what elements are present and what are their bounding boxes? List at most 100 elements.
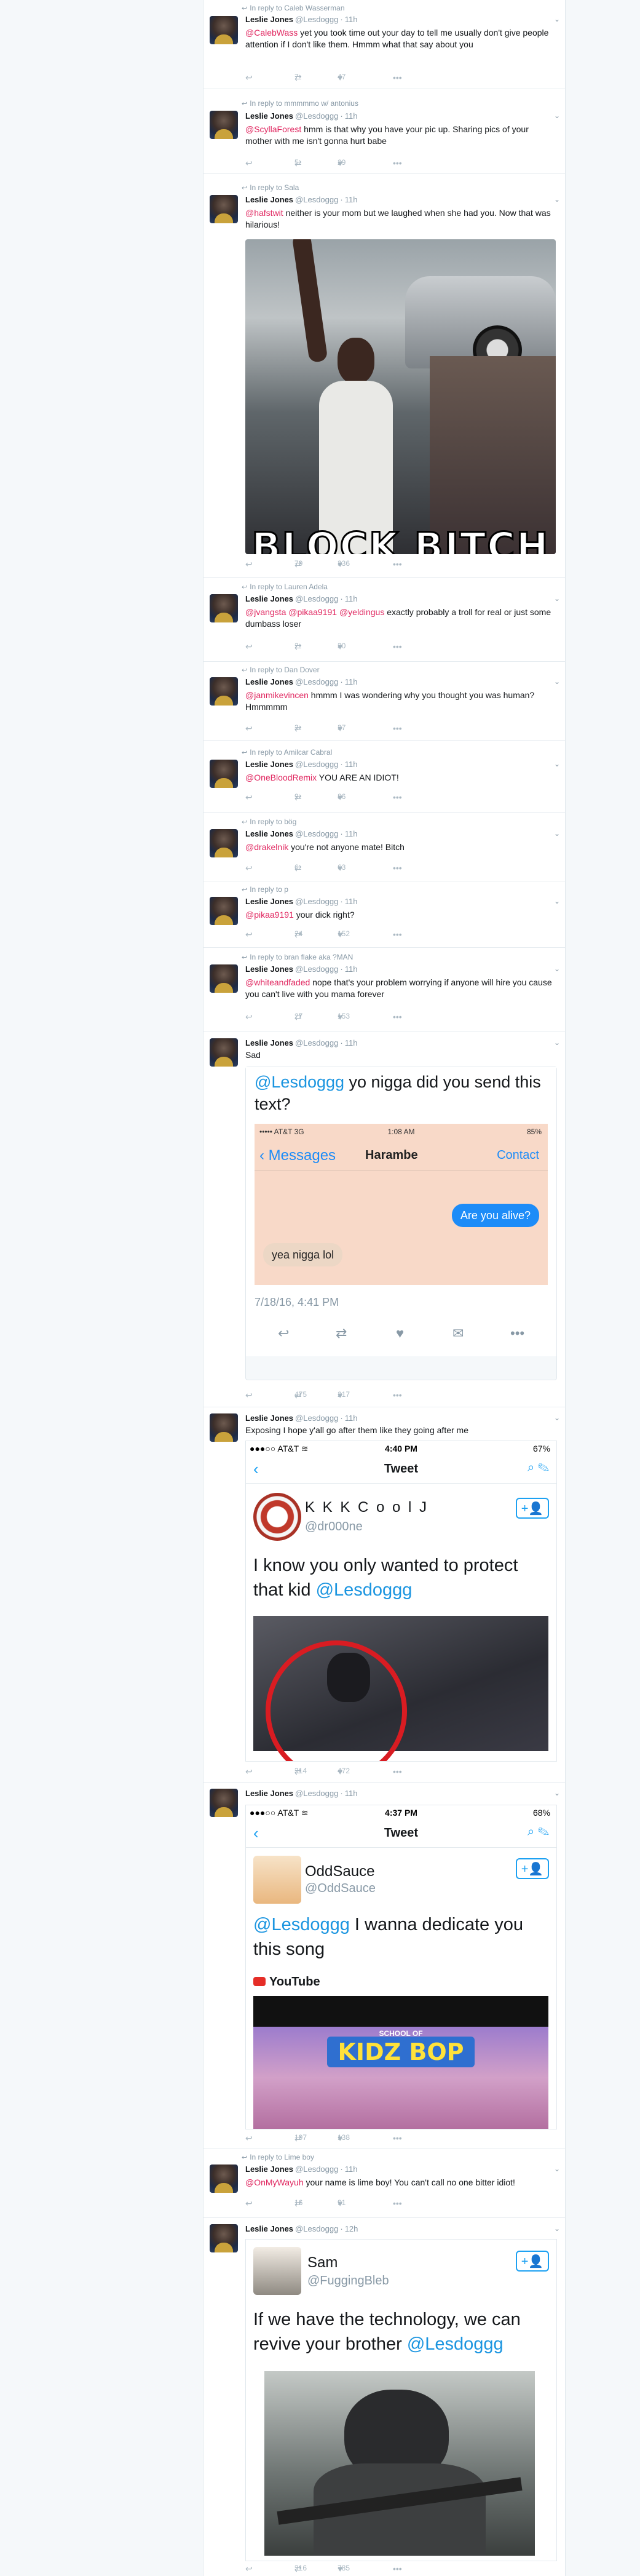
avatar[interactable] bbox=[210, 1413, 238, 1442]
tweet[interactable]: ↩ In reply to bran flake aka ?MAN Leslie … bbox=[203, 948, 565, 1032]
chevron-down-icon[interactable]: ⌄ bbox=[554, 1413, 560, 1422]
reply-icon[interactable]: ↩ bbox=[245, 73, 253, 83]
author-name[interactable]: Leslie Jones bbox=[245, 1789, 293, 1798]
reply-icon[interactable]: ↩ bbox=[245, 2133, 253, 2144]
author-name[interactable]: Leslie Jones bbox=[245, 15, 293, 24]
more-icon[interactable]: ••• bbox=[393, 158, 402, 168]
author-handle[interactable]: @Lesdoggg bbox=[295, 1038, 338, 1047]
reply-context[interactable]: ↩ In reply to p bbox=[242, 885, 288, 894]
chevron-down-icon[interactable]: ⌄ bbox=[554, 15, 560, 23]
tweet-time[interactable]: 11h bbox=[345, 594, 358, 603]
author-handle[interactable]: @Lesdoggg bbox=[295, 964, 338, 974]
author-handle[interactable]: @Lesdoggg bbox=[295, 677, 338, 686]
chevron-down-icon[interactable]: ⌄ bbox=[554, 1038, 560, 1047]
reply-context[interactable]: ↩ In reply to Lauren Adela bbox=[242, 582, 328, 591]
author-handle[interactable]: @Lesdoggg bbox=[295, 2224, 338, 2233]
author-handle[interactable]: @Lesdoggg bbox=[295, 195, 338, 204]
tweet-photo[interactable]: BLOCK BITCH bbox=[245, 239, 556, 554]
reply-context[interactable]: ↩ In reply to Sala bbox=[242, 183, 299, 192]
tweet[interactable]: ↩ In reply to bög Leslie Jones @Lesdoggg · 1… bbox=[203, 813, 565, 881]
tweet-screenshot[interactable]: ●●●○○ AT&T ≋ 4:37 PM 68% ‹ Tweet ⌕ ✎ Odd… bbox=[245, 1805, 557, 2129]
more-icon[interactable]: ••• bbox=[393, 642, 402, 651]
reply-icon[interactable]: ↩ bbox=[245, 2198, 253, 2209]
more-icon[interactable]: ••• bbox=[393, 2133, 402, 2143]
tweet[interactable]: ↩ In reply to Sala Leslie Jones @Lesdoggg ·… bbox=[203, 174, 565, 578]
reply-context[interactable]: ↩ In reply to bran flake aka ?MAN bbox=[242, 953, 353, 961]
author-handle[interactable]: @Lesdoggg bbox=[295, 1789, 338, 1798]
mention[interactable]: @OneBloodRemix bbox=[245, 773, 317, 782]
tweet-time[interactable]: 11h bbox=[345, 897, 358, 906]
author-name[interactable]: Leslie Jones bbox=[245, 1038, 293, 1047]
avatar[interactable] bbox=[210, 2224, 238, 2252]
reply-icon[interactable]: ↩ bbox=[245, 642, 253, 652]
avatar[interactable] bbox=[210, 1789, 238, 1817]
more-icon[interactable]: ••• bbox=[393, 792, 402, 802]
more-icon[interactable]: ••• bbox=[393, 1390, 402, 1400]
tweet-time[interactable]: 11h bbox=[345, 1038, 358, 1047]
avatar[interactable] bbox=[210, 594, 238, 622]
chevron-down-icon[interactable]: ⌄ bbox=[554, 2224, 560, 2233]
reply-context[interactable]: ↩ In reply to bög bbox=[242, 817, 296, 826]
author-handle[interactable]: @Lesdoggg bbox=[295, 594, 338, 603]
tweet[interactable]: Leslie Jones @Lesdoggg · 11h ⌄ Exposing I h… bbox=[203, 1407, 565, 1783]
author-handle[interactable]: @Lesdoggg bbox=[295, 897, 338, 906]
reply-icon[interactable]: ↩ bbox=[245, 723, 253, 734]
author-handle[interactable]: @Lesdoggg bbox=[295, 111, 338, 121]
tweet-time[interactable]: 11h bbox=[345, 195, 358, 204]
mention[interactable]: @OnMyWayuh bbox=[245, 2177, 304, 2187]
author-name[interactable]: Leslie Jones bbox=[245, 829, 293, 838]
tweet-time[interactable]: 11h bbox=[345, 1413, 358, 1423]
more-icon[interactable]: ••• bbox=[393, 1012, 402, 1022]
avatar[interactable] bbox=[210, 16, 238, 44]
avatar[interactable] bbox=[210, 760, 238, 788]
tweet-time[interactable]: 11h bbox=[345, 1789, 358, 1798]
author-name[interactable]: Leslie Jones bbox=[245, 594, 293, 603]
mention[interactable]: @jvangsta bbox=[245, 607, 286, 617]
tweet-time[interactable]: 11h bbox=[345, 111, 358, 121]
tweet[interactable]: ↩ In reply to Caleb Wasserman Leslie Jone… bbox=[203, 0, 565, 89]
more-icon[interactable]: ••• bbox=[393, 863, 402, 873]
avatar[interactable] bbox=[210, 195, 238, 223]
author-name[interactable]: Leslie Jones bbox=[245, 2165, 293, 2174]
avatar[interactable] bbox=[210, 1038, 238, 1067]
avatar[interactable] bbox=[210, 964, 238, 993]
contact-button[interactable]: Contact bbox=[497, 1148, 539, 1163]
more-icon[interactable]: ••• bbox=[393, 2198, 402, 2208]
chevron-down-icon[interactable]: ⌄ bbox=[554, 677, 560, 686]
mention[interactable]: @janmikevincen bbox=[245, 690, 309, 700]
tweet[interactable]: Leslie Jones @Lesdoggg · 11h ⌄ Sad @Lesdogg… bbox=[203, 1032, 565, 1407]
tweet[interactable]: ↩ In reply to Lauren Adela Leslie Jones @L… bbox=[203, 578, 565, 662]
tweet[interactable]: ↩ In reply to Amilcar Cabral Leslie Jones… bbox=[203, 741, 565, 813]
tweet-time[interactable]: 11h bbox=[345, 2165, 358, 2174]
mention[interactable]: @yeldingus bbox=[339, 607, 384, 617]
reply-icon[interactable]: ↩ bbox=[245, 792, 253, 803]
tweet[interactable]: ↩ In reply to Lime boy Leslie Jones @Lesdo… bbox=[203, 2149, 565, 2218]
reply-context[interactable]: ↩ In reply to Dan Dover bbox=[242, 666, 320, 674]
embedded-tweet-card[interactable]: @Lesdoggg yo nigga did you send this tex… bbox=[245, 1067, 557, 1380]
tweet[interactable]: Leslie Jones @Lesdoggg · 12h ⌄ Sam @Fugging… bbox=[203, 2218, 565, 2576]
more-icon[interactable]: ••• bbox=[393, 929, 402, 939]
tweet-screenshot[interactable]: ●●●○○ AT&T ≋ 4:40 PM 67% ‹ Tweet ⌕ ✎ K K… bbox=[245, 1441, 557, 1762]
author-handle[interactable]: @Lesdoggg bbox=[295, 1413, 338, 1423]
author-handle[interactable]: @Lesdoggg bbox=[295, 760, 338, 769]
more-icon[interactable]: ••• bbox=[393, 73, 402, 82]
more-icon[interactable]: ••• bbox=[393, 1767, 402, 1776]
mention[interactable]: @drakelnik bbox=[245, 842, 288, 852]
back-messages-button[interactable]: ‹ Messages bbox=[259, 1147, 336, 1164]
reply-context[interactable]: ↩ In reply to Lime boy bbox=[242, 2153, 314, 2161]
tweet[interactable]: ↩ In reply to mmmmmo w/ antonius Leslie J… bbox=[203, 89, 565, 174]
chevron-down-icon[interactable]: ⌄ bbox=[554, 1789, 560, 1797]
more-icon[interactable]: ••• bbox=[393, 559, 402, 569]
more-icon[interactable]: ••• bbox=[393, 723, 402, 733]
tweet-time[interactable]: 12h bbox=[345, 2224, 358, 2233]
reply-context[interactable]: ↩ In reply to mmmmmo w/ antonius bbox=[242, 99, 358, 108]
chevron-down-icon[interactable]: ⌄ bbox=[554, 594, 560, 603]
chevron-down-icon[interactable]: ⌄ bbox=[554, 195, 560, 204]
chevron-down-icon[interactable]: ⌄ bbox=[554, 2165, 560, 2173]
reply-icon[interactable]: ↩ bbox=[245, 863, 253, 873]
reply-icon[interactable]: ↩ bbox=[245, 559, 253, 570]
author-name[interactable]: Leslie Jones bbox=[245, 760, 293, 769]
reply-icon[interactable]: ↩ bbox=[245, 158, 253, 169]
author-handle[interactable]: @Lesdoggg bbox=[295, 2165, 338, 2174]
chevron-down-icon[interactable]: ⌄ bbox=[554, 964, 560, 973]
